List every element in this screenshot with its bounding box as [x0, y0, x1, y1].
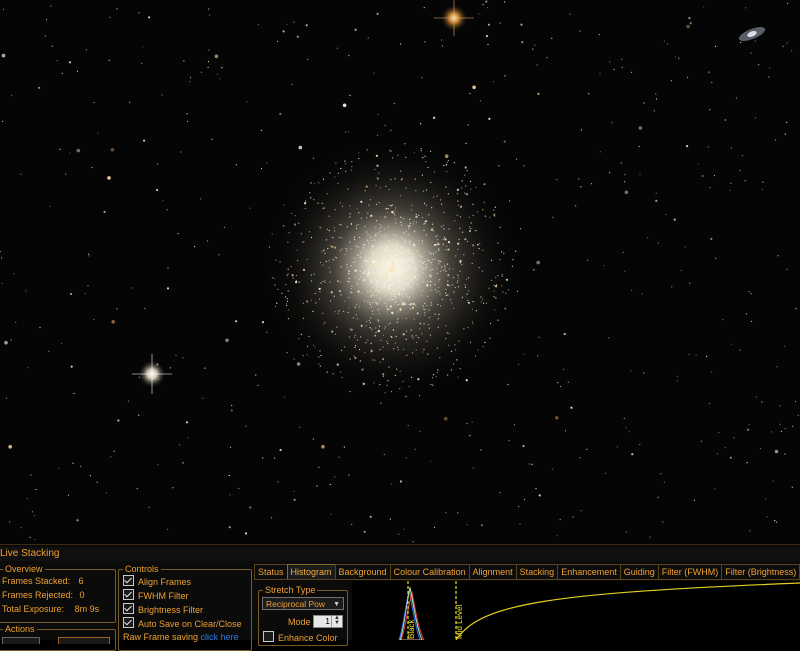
- enhance-color-checkbox[interactable]: [263, 631, 274, 642]
- histogram-graph[interactable]: Black Mid Level: [352, 581, 800, 640]
- brightness-filter-checkbox[interactable]: [123, 603, 134, 614]
- raw-frame-link[interactable]: click here: [201, 632, 239, 642]
- tab-alignment[interactable]: Alignment: [468, 564, 517, 579]
- tab-background[interactable]: Background: [334, 564, 391, 579]
- stacked-image-view: [0, 0, 800, 544]
- chevron-down-icon: ▼: [333, 601, 340, 608]
- controls-legend: Controls: [123, 563, 161, 575]
- frames-rejected-row: Frames Rejected: 0: [2, 589, 85, 601]
- frames-rejected-label: Frames Rejected:: [2, 590, 74, 600]
- enhance-color-option[interactable]: Enhance Color: [263, 631, 338, 644]
- mode-stepper[interactable]: 1 ▲ ▼: [313, 615, 343, 628]
- tab-status[interactable]: Status: [254, 564, 288, 579]
- brightness-filter-label: Brightness Filter: [138, 605, 204, 615]
- tab-filter-fwhm[interactable]: Filter (FWHM): [657, 564, 723, 579]
- bright-star-left: [132, 354, 172, 394]
- raw-frame-saving-row: Raw Frame saving click here: [123, 631, 239, 643]
- live-stacking-panel: Live Stacking Overview Frames Stacked: 6…: [0, 544, 800, 651]
- tab-stacking[interactable]: Stacking: [515, 564, 559, 579]
- black-marker-label: Black: [407, 618, 416, 639]
- frames-rejected-value: 0: [79, 590, 85, 600]
- stretch-type-legend: Stretch Type: [263, 584, 318, 596]
- auto-save-label: Auto Save on Clear/Close: [138, 619, 242, 629]
- align-frames-checkbox[interactable]: [123, 575, 134, 586]
- mode-value: 1: [325, 616, 330, 626]
- tab-bar: Status Histogram Background Colour Calib…: [254, 564, 800, 580]
- tab-filter-brightness[interactable]: Filter (Brightness): [721, 564, 800, 579]
- align-frames-option[interactable]: Align Frames: [123, 575, 191, 588]
- frames-stacked-value: 6: [78, 576, 84, 586]
- mid-marker-label: Mid Level: [455, 605, 464, 639]
- frames-stacked-row: Frames Stacked: 6: [2, 575, 84, 587]
- fwhm-filter-option[interactable]: FWHM Filter: [123, 589, 189, 602]
- tab-guiding[interactable]: Guiding: [619, 564, 659, 579]
- total-exposure-value: 8m 9s: [74, 604, 100, 614]
- actions-legend: Actions: [3, 623, 37, 635]
- mode-label: Mode: [288, 617, 311, 627]
- raw-frame-label: Raw Frame saving: [123, 632, 199, 642]
- tab-enhancement[interactable]: Enhancement: [557, 564, 621, 579]
- frames-stacked-label: Frames Stacked:: [2, 576, 71, 586]
- action-button-1[interactable]: [2, 637, 40, 644]
- total-exposure-label: Total Exposure:: [2, 604, 65, 614]
- tab-underline: [254, 579, 800, 580]
- action-button-2[interactable]: [58, 637, 110, 644]
- overview-legend: Overview: [3, 563, 45, 575]
- fwhm-filter-checkbox[interactable]: [123, 589, 134, 600]
- auto-save-checkbox[interactable]: [123, 617, 134, 628]
- auto-save-option[interactable]: Auto Save on Clear/Close: [123, 617, 242, 630]
- enhance-color-label: Enhance Color: [278, 633, 338, 643]
- panel-title: Live Stacking: [0, 547, 800, 561]
- tab-histogram[interactable]: Histogram: [286, 564, 336, 579]
- bright-star-top: [434, 0, 474, 36]
- stretch-type-select[interactable]: Reciprocal Pow ▼: [262, 597, 344, 610]
- stretch-type-value: Reciprocal Pow: [266, 599, 326, 609]
- star-field: [0, 0, 799, 543]
- spin-arrows-icon[interactable]: ▲ ▼: [331, 615, 342, 627]
- total-exposure-row: Total Exposure: 8m 9s: [2, 603, 99, 615]
- tab-colour-calibration[interactable]: Colour Calibration: [389, 564, 470, 579]
- brightness-filter-option[interactable]: Brightness Filter: [123, 603, 203, 616]
- fwhm-filter-label: FWHM Filter: [138, 591, 189, 601]
- align-frames-label: Align Frames: [138, 577, 192, 587]
